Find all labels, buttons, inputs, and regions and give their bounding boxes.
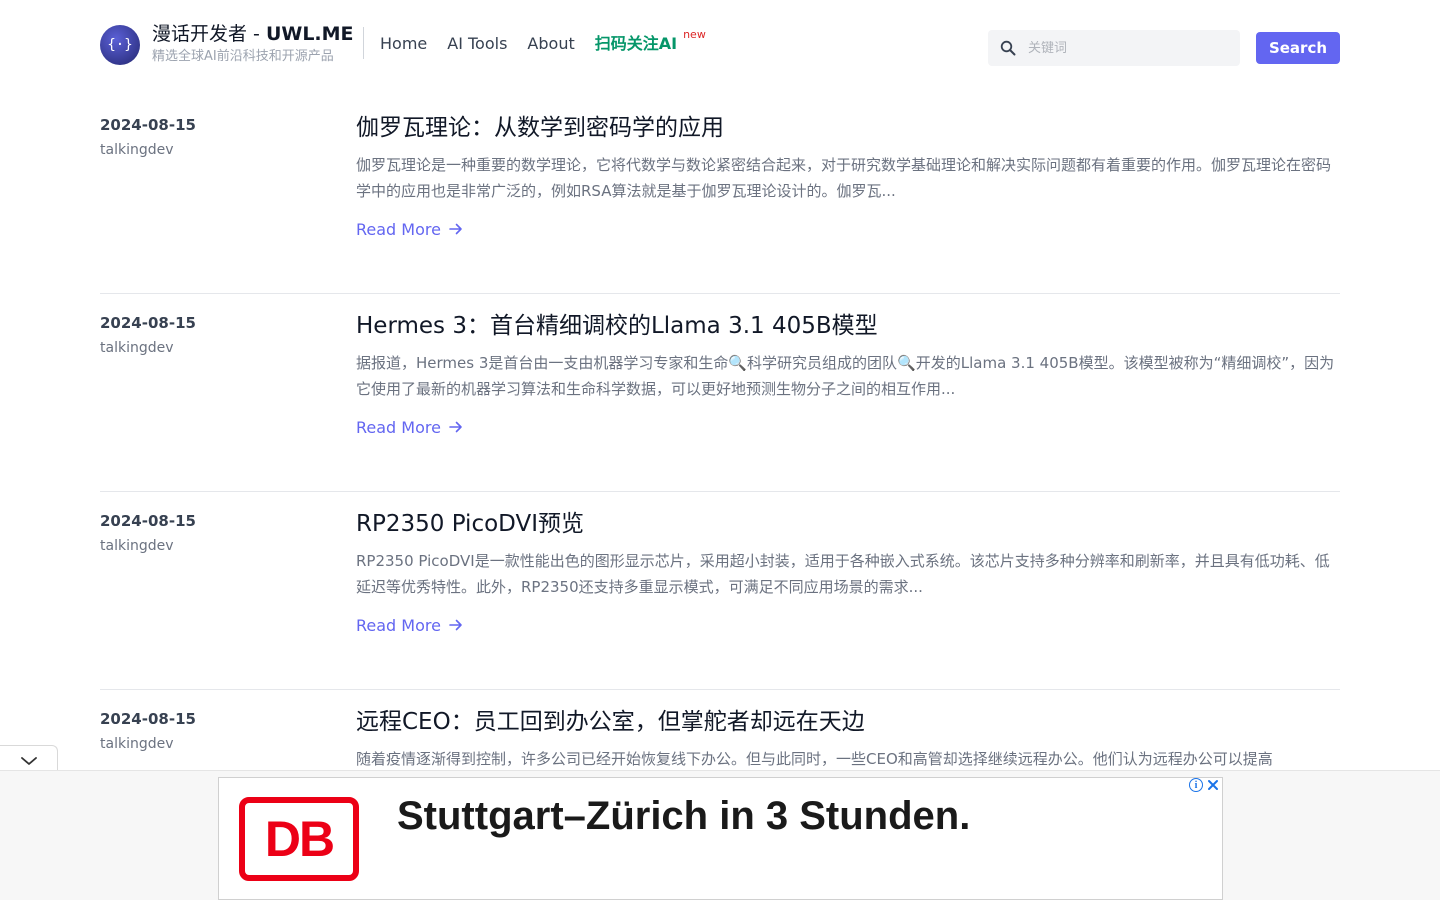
- post-title[interactable]: 伽罗瓦理论：从数学到密码学的应用: [356, 112, 724, 144]
- chevron-down-icon: [20, 751, 38, 770]
- post-title[interactable]: 远程CEO：员工回到办公室，但掌舵者却远在天边: [356, 706, 865, 738]
- read-more-label: Read More: [356, 220, 441, 239]
- read-more-link[interactable]: Read More: [356, 418, 463, 437]
- arrow-right-icon: [449, 220, 463, 239]
- post-item: 2024-08-15 talkingdev RP2350 PicoDVI预览 R…: [100, 492, 1340, 690]
- post-item: 2024-08-15 talkingdev Hermes 3：首台精细调校的Ll…: [100, 294, 1340, 492]
- ad-banner[interactable]: DB Stuttgart–Zürich in 3 Stunden. i: [218, 777, 1223, 900]
- post-excerpt: RP2350 PicoDVI是一款性能出色的图形显示芯片，采用超小封装，适用于各…: [356, 552, 1330, 596]
- nav-about[interactable]: About: [527, 33, 574, 55]
- post-author: talkingdev: [100, 736, 174, 752]
- ad-info-icon[interactable]: i: [1189, 778, 1203, 792]
- post-title[interactable]: Hermes 3：首台精细调校的Llama 3.1 405B模型: [356, 310, 878, 342]
- post-excerpt: 据报道，Hermes 3是首台由一支由机器学习专家和生命🔍科学研究员组成的团队🔍…: [356, 354, 1335, 398]
- post-date: 2024-08-15: [100, 314, 196, 332]
- arrow-right-icon: [449, 418, 463, 437]
- nav-ai-tools[interactable]: AI Tools: [447, 33, 507, 55]
- brand-title-en: UWL.ME: [265, 23, 354, 45]
- search-button[interactable]: Search: [1256, 32, 1340, 64]
- read-more-link[interactable]: Read More: [356, 616, 463, 635]
- brand[interactable]: 漫话开发者 - UWL.ME 精选全球AI前沿科技和开源产品: [152, 20, 354, 66]
- brand-title: 漫话开发者 - UWL.ME: [152, 20, 354, 48]
- post-excerpt: 伽罗瓦理论是一种重要的数学理论，它将代数学与数论紧密结合起来，对于研究数学基础理…: [356, 156, 1332, 200]
- post-date: 2024-08-15: [100, 710, 196, 728]
- nav-qr-follow[interactable]: 扫码关注AI: [595, 33, 677, 55]
- post-date: 2024-08-15: [100, 116, 196, 134]
- brand-subtitle: 精选全球AI前沿科技和开源产品: [152, 49, 334, 64]
- ad-headline: Stuttgart–Zürich in 3 Stunden.: [397, 794, 971, 838]
- post-excerpt: 随着疫情逐渐得到控制，许多公司已经开始恢复线下办公。但与此同时，一些CEO和高管…: [356, 750, 1273, 768]
- post-author: talkingdev: [100, 142, 174, 158]
- main-nav: Home AI Tools About 扫码关注AI new: [380, 28, 706, 55]
- header-divider: [363, 27, 364, 59]
- nav-home[interactable]: Home: [380, 33, 427, 55]
- search-box: [988, 30, 1240, 66]
- read-more-label: Read More: [356, 418, 441, 437]
- new-badge: new: [683, 27, 706, 41]
- search-icon: [988, 40, 1028, 56]
- ad-close-icon[interactable]: [1206, 778, 1220, 792]
- post-item: 2024-08-15 talkingdev 伽罗瓦理论：从数学到密码学的应用 伽…: [100, 96, 1340, 294]
- brand-title-cn: 漫话开发者 -: [152, 23, 266, 45]
- ad-controls: i: [1189, 778, 1220, 792]
- db-logo: DB: [239, 797, 359, 881]
- read-more-link[interactable]: Read More: [356, 220, 463, 239]
- site-logo[interactable]: {·}: [100, 25, 140, 65]
- post-date: 2024-08-15: [100, 512, 196, 530]
- arrow-right-icon: [449, 616, 463, 635]
- post-author: talkingdev: [100, 538, 174, 554]
- read-more-label: Read More: [356, 616, 441, 635]
- search-input[interactable]: [1028, 40, 1228, 56]
- site-header: {·} 漫话开发者 - UWL.ME 精选全球AI前沿科技和开源产品 Home …: [0, 0, 1440, 96]
- post-author: talkingdev: [100, 340, 174, 356]
- post-title[interactable]: RP2350 PicoDVI预览: [356, 508, 584, 540]
